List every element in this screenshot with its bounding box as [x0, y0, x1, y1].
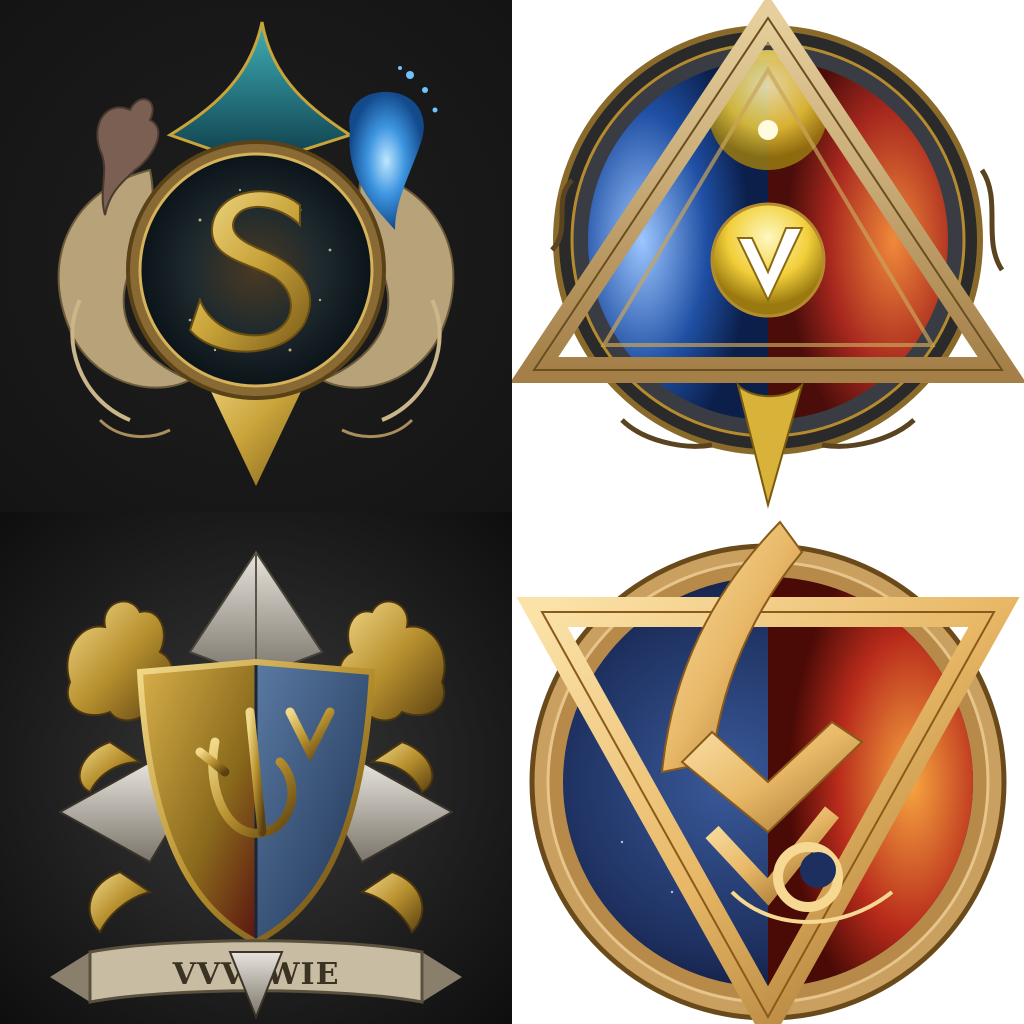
triangle-circle-emblem [512, 0, 1024, 509]
emblem-tile-2 [512, 0, 1024, 512]
emblem-tile-3: VVVAWIE [0, 512, 512, 1024]
emblem-tile-1 [0, 0, 512, 512]
ribbon-banner [50, 952, 90, 1002]
emblem-grid: VVVAWIE [0, 0, 1024, 1024]
emblem-tile-4 [512, 512, 1024, 1024]
shield-crest-emblem: VVVAWIE [50, 550, 462, 1020]
s-crest-emblem [57, 21, 455, 486]
star-circle-emblem [516, 520, 1020, 1024]
